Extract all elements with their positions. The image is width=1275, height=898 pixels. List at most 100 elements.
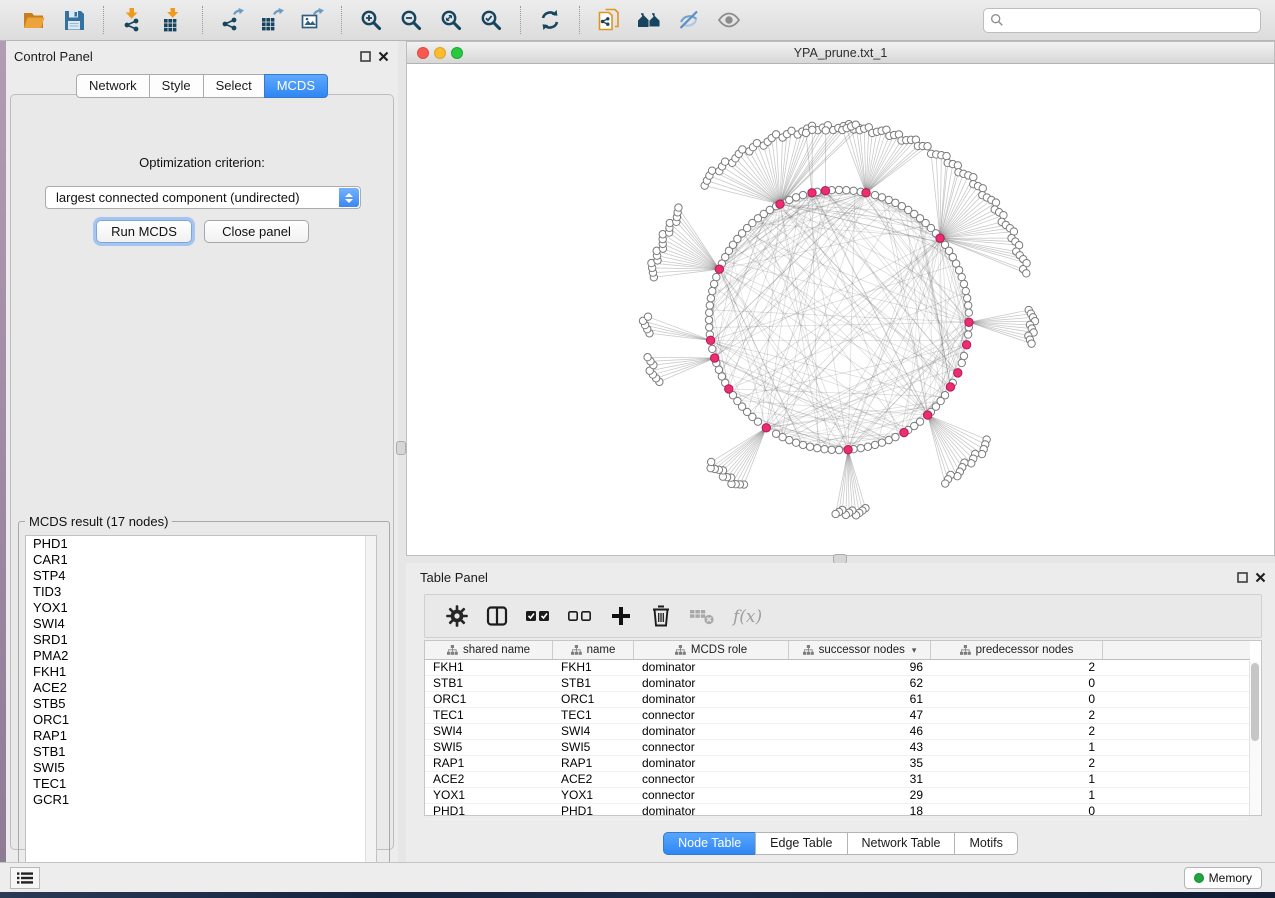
cell-pred: 0 [931,804,1103,819]
home-icon[interactable] [636,7,662,33]
horizontal-split-divider[interactable] [406,556,1275,563]
share-network-icon[interactable] [596,7,622,33]
open-session-icon[interactable] [21,7,47,33]
zoom-in-icon[interactable] [358,7,384,33]
export-table-icon[interactable] [259,7,285,33]
table-toolbar: f(x) [424,594,1262,638]
table-row-TEC1[interactable]: TEC1TEC1connector472 [425,708,1250,724]
float-panel-icon[interactable] [359,50,372,63]
export-network-icon[interactable] [219,7,245,33]
column-header-name[interactable]: name [553,641,634,659]
cell-pred: 1 [931,788,1103,803]
table-row-SWI5[interactable]: SWI5SWI5connector431 [425,740,1250,756]
column-header-MCDS-role[interactable]: MCDS role [634,641,789,659]
mcds-result-list[interactable]: PHD1CAR1STP4TID3YOX1SWI4SRD1PMA2FKH1ACE2… [25,535,377,884]
column-header-shared-name[interactable]: shared name [425,641,553,659]
table-row-RAP1[interactable]: RAP1RAP1dominator352 [425,756,1250,772]
close-panel-button[interactable]: Close panel [204,220,309,243]
cell-shared: TEC1 [425,708,553,723]
tab-motifs[interactable]: Motifs [954,832,1017,855]
result-node-item[interactable]: TEC1 [26,776,376,792]
column-header-predecessor-nodes[interactable]: predecessor nodes [931,641,1103,659]
cell-pred: 2 [931,660,1103,675]
cell-pred: 1 [931,772,1103,787]
table-scrollbar[interactable] [1249,661,1260,815]
vertical-split-handle[interactable] [396,441,406,455]
table-row-ORC1[interactable]: ORC1ORC1dominator610 [425,692,1250,708]
cell-shared: SWI5 [425,740,553,755]
result-node-item[interactable]: STB5 [26,696,376,712]
cell-pred: 1 [931,740,1103,755]
column-header-successor-nodes[interactable]: successor nodes▾ [789,641,931,659]
tab-network-table[interactable]: Network Table [847,832,956,855]
result-node-item[interactable]: PHD1 [26,536,376,552]
result-list-scrollbar[interactable] [365,536,376,883]
refresh-icon[interactable] [537,7,563,33]
hide-graphics-details-icon[interactable] [676,7,702,33]
result-node-item[interactable]: ORC1 [26,712,376,728]
close-panel-icon[interactable] [377,50,390,63]
run-mcds-button[interactable]: Run MCDS [96,220,192,243]
zoom-selected-icon[interactable] [478,7,504,33]
toolbar-separator [103,6,104,34]
criterion-select[interactable]: largest connected component (undirected) [45,186,361,209]
float-table-panel-icon[interactable] [1236,571,1249,584]
search-input[interactable] [983,8,1261,33]
tab-network[interactable]: Network [76,74,150,98]
import-network-icon[interactable] [120,7,146,33]
show-panels-list-button[interactable] [10,867,40,889]
table-scrollbar-thumb[interactable] [1251,663,1259,741]
add-row-icon[interactable] [609,603,633,629]
result-node-item[interactable]: YOX1 [26,600,376,616]
table-row-ACE2[interactable]: ACE2ACE2connector311 [425,772,1250,788]
tab-node-table[interactable]: Node Table [663,832,756,855]
result-node-item[interactable]: ACE2 [26,680,376,696]
tab-edge-table[interactable]: Edge Table [755,832,847,855]
columns-icon[interactable] [485,603,509,629]
close-table-panel-icon[interactable] [1254,571,1267,584]
table-row-STB1[interactable]: STB1STB1dominator620 [425,676,1250,692]
table-row-YOX1[interactable]: YOX1YOX1connector291 [425,788,1250,804]
select-all-icon[interactable] [525,603,551,629]
unselect-all-icon[interactable] [567,603,593,629]
table-row-SWI4[interactable]: SWI4SWI4dominator462 [425,724,1250,740]
save-session-icon[interactable] [61,7,87,33]
vertical-split-divider[interactable] [398,41,406,862]
result-node-item[interactable]: TID3 [26,584,376,600]
network-window-title: YPA_prune.txt_1 [407,46,1274,60]
network-window-titlebar[interactable]: YPA_prune.txt_1 [407,42,1274,64]
tab-select[interactable]: Select [203,74,265,98]
tab-mcds[interactable]: MCDS [264,74,328,98]
result-node-item[interactable]: STP4 [26,568,376,584]
table-row-FKH1[interactable]: FKH1FKH1dominator962 [425,660,1250,676]
result-node-item[interactable]: SWI5 [26,760,376,776]
import-table-icon[interactable] [160,7,186,33]
delete-row-icon[interactable] [649,603,673,629]
result-node-item[interactable]: SWI4 [26,616,376,632]
node-table[interactable]: shared namenameMCDS rolesuccessor nodes▾… [424,640,1262,816]
cell-role: connector [634,772,789,787]
result-node-item[interactable]: CAR1 [26,552,376,568]
table-row-PHD1[interactable]: PHD1PHD1dominator180 [425,804,1250,820]
network-graph[interactable] [407,64,1274,555]
cell-pred: 2 [931,708,1103,723]
result-node-item[interactable]: STB1 [26,744,376,760]
result-node-item[interactable]: SRD1 [26,632,376,648]
tab-style[interactable]: Style [149,74,204,98]
result-node-item[interactable]: GCR1 [26,792,376,808]
memory-button[interactable]: Memory [1184,867,1262,889]
cell-succ: 31 [789,772,931,787]
result-node-item[interactable]: PMA2 [26,648,376,664]
result-node-item[interactable]: FKH1 [26,664,376,680]
gear-icon[interactable] [445,603,469,629]
table-body: FKH1FKH1dominator962STB1STB1dominator620… [425,660,1250,820]
result-node-item[interactable]: RAP1 [26,728,376,744]
cell-role: dominator [634,660,789,675]
network-canvas[interactable] [407,64,1274,555]
zoom-out-icon[interactable] [398,7,424,33]
export-image-icon[interactable] [299,7,325,33]
zoom-fit-icon[interactable] [438,7,464,33]
show-graphics-details-icon[interactable] [716,7,742,33]
table-panel-tabs: Node TableEdge TableNetwork TableMotifs [406,832,1275,855]
cell-role: connector [634,740,789,755]
